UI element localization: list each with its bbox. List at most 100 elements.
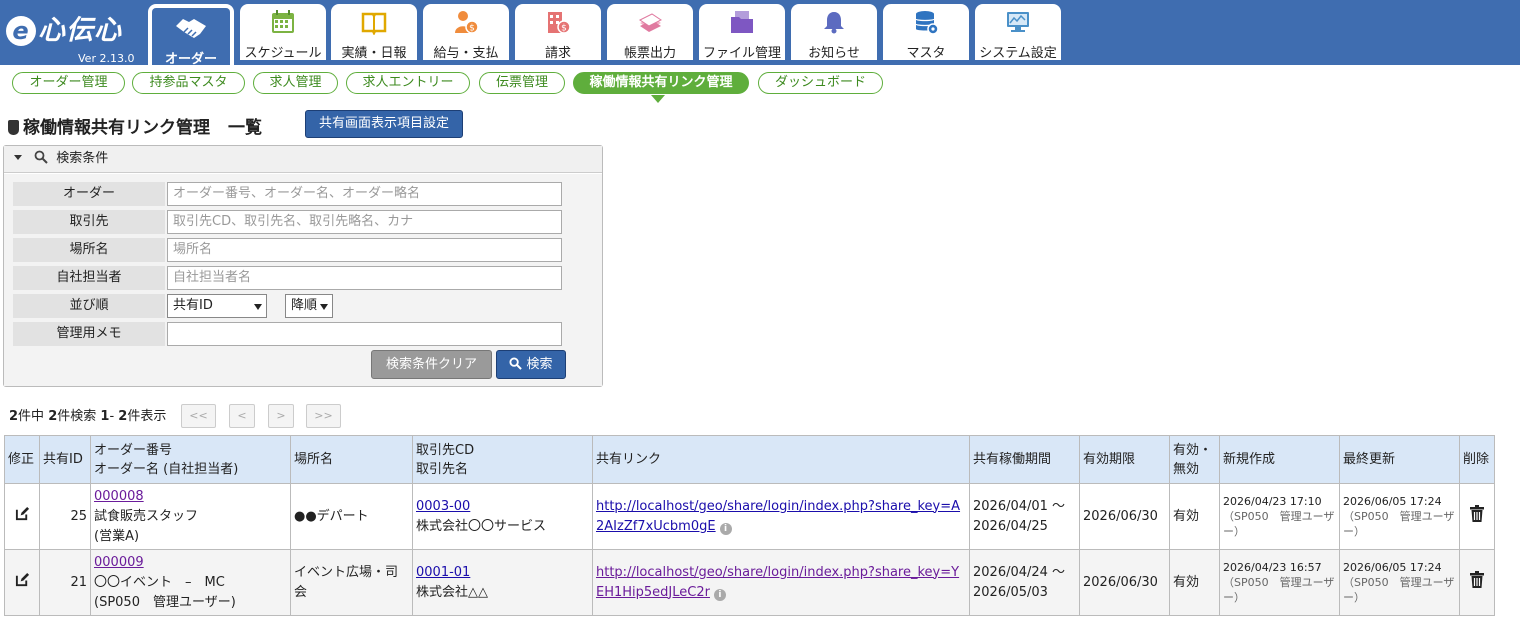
next-page-button[interactable]: > [268,404,294,428]
tab-forms[interactable]: 帳票出力 [607,4,693,61]
tab-system[interactable]: システム設定 [975,4,1061,61]
info-icon[interactable]: i [713,588,726,601]
edit-icon[interactable] [15,572,30,587]
order-name: 〇〇イベント – MC [94,574,225,590]
building-money-icon: $ [548,12,571,34]
order-staff: (営業A) [94,528,140,544]
subnav-job-entry[interactable]: 求人エントリー [346,72,470,94]
tab-payroll[interactable]: $ 給与・支払 [423,4,509,61]
top-header: e 心伝心 Ver 2.13.0 オーダー スケジュール 実績・日報 $ 給与・… [0,0,1520,67]
bell-icon [824,12,844,34]
result-count: 2件中 2件検索 1- 2件表示 [9,409,167,424]
sort-label: 並び順 [13,294,165,318]
client-search-input[interactable]: 取引先CD、取引先名、取引先略名、カナ [167,210,562,234]
search-panel-header[interactable]: 検索条件 [4,146,602,173]
col-period: 共有稼働期間 [969,435,1080,484]
tab-label: システム設定 [979,46,1057,61]
share-display-settings-button[interactable]: 共有画面表示項目設定 [305,110,463,138]
clear-conditions-button[interactable]: 検索条件クリア [371,350,492,379]
collapse-caret-icon [14,155,22,160]
share-link-cell: http://localhost/geo/share/login/index.p… [592,549,970,616]
search-button-label: 検索 [526,357,553,372]
place-label: 場所名 [13,238,165,262]
order-cell: 000009 〇〇イベント – MC (SP050 管理ユーザー) [90,549,291,616]
tab-billing[interactable]: $ 請求 [515,4,601,61]
staff-search-input[interactable]: 自社担当者名 [167,266,562,290]
client-name: 株式会社△△ [416,584,488,600]
sort-order-value: 降順 [291,298,318,313]
sort-field-select[interactable]: 共有ID [167,294,267,318]
info-icon[interactable]: i [719,522,732,535]
tab-label: マスタ [906,46,946,61]
calendar-icon [272,10,294,33]
search-button[interactable]: 検索 [496,350,566,379]
client-cell: 0001-01 株式会社△△ [412,549,593,616]
expiry-date: 2026/06/30 [1079,483,1170,550]
sort-order-select[interactable]: 降順 [285,294,333,318]
col-edit: 修正 [4,435,40,484]
papers-icon [639,13,662,32]
col-share-id: 共有ID [39,435,91,484]
tab-label: スケジュール [244,46,322,61]
subnav-dashboard[interactable]: ダッシュボード [758,72,883,94]
delete-cell [1459,549,1495,616]
tab-label: 給与・支払 [433,46,499,61]
chevron-down-icon [254,304,262,310]
prev-page-button[interactable]: < [229,404,255,428]
subnav-slip-management[interactable]: 伝票管理 [479,72,565,94]
svg-text:$: $ [469,24,475,34]
trash-icon[interactable] [1470,570,1484,588]
created-cell: 2026/04/23 17:10 （SP050 管理ユーザー） [1219,483,1340,550]
memo-search-input[interactable] [167,322,562,346]
version-label: Ver 2.13.0 [78,52,135,65]
tab-label: 実績・日報 [341,46,407,61]
monitor-settings-icon [1007,12,1029,32]
edit-icon[interactable] [15,506,30,521]
col-expiry: 有効期限 [1079,435,1170,484]
share-link[interactable]: http://localhost/geo/share/login/index.p… [596,499,960,534]
tab-master[interactable]: マスタ [883,4,969,61]
tab-results[interactable]: 実績・日報 [331,4,417,61]
period-cell: 2026/04/24 ～ 2026/05/03 [969,549,1080,616]
order-cell: 000008 試食販売スタッフ (営業A) [90,483,291,550]
subnav-share-link-management[interactable]: 稼働情報共有リンク管理 [573,72,749,94]
share-id: 25 [39,483,91,550]
first-page-button[interactable]: << [181,404,216,428]
handshake-icon [176,19,206,38]
order-number-link[interactable]: 000008 [94,489,144,504]
page-title: 稼働情報共有リンク管理 一覧 [8,113,262,138]
place-search-input[interactable]: 場所名 [167,238,562,262]
share-id: 21 [39,549,91,616]
col-order: オーダー番号 オーダー名 (自社担当者) [90,435,291,484]
share-link[interactable]: http://localhost/geo/share/login/index.p… [596,565,959,600]
subnav-order-management[interactable]: オーダー管理 [12,72,125,94]
last-page-button[interactable]: >> [306,404,341,428]
valid-status: 有効 [1169,483,1220,550]
sort-field-value: 共有ID [173,298,213,313]
order-search-input[interactable]: オーダー番号、オーダー名、オーダー略名 [167,182,562,206]
order-label: オーダー [13,182,165,206]
client-code-link[interactable]: 0003-00 [416,499,470,514]
client-label: 取引先 [13,210,165,234]
client-code-link[interactable]: 0001-01 [416,565,470,580]
staff-label: 自社担当者 [13,266,165,290]
col-updated: 最終更新 [1339,435,1460,484]
search-icon [34,150,48,164]
updated-cell: 2026/06/05 17:24 （SP050 管理ユーザー） [1339,483,1460,550]
tab-notices[interactable]: お知らせ [791,4,877,61]
subnav-items-master[interactable]: 持参品マスタ [132,72,245,94]
expiry-date: 2026/06/30 [1079,549,1170,616]
updated-cell: 2026/06/05 17:24 （SP050 管理ユーザー） [1339,549,1460,616]
tab-schedule[interactable]: スケジュール [240,4,326,61]
order-staff: (SP050 管理ユーザー) [94,594,236,610]
app-logo[interactable]: e 心伝心 Ver 2.13.0 [6,8,138,65]
tab-label: 帳票出力 [623,46,676,61]
chevron-down-icon [320,304,328,310]
tab-files[interactable]: ファイル管理 [699,4,785,61]
tab-order[interactable]: オーダー [148,4,234,67]
tab-label: 請求 [544,46,571,61]
trash-icon[interactable] [1470,504,1484,522]
search-panel: 検索条件 オーダー オーダー番号、オーダー名、オーダー略名 取引先 取引先CD、… [3,145,603,387]
subnav-job-management[interactable]: 求人管理 [253,72,338,94]
order-number-link[interactable]: 000009 [94,555,144,570]
